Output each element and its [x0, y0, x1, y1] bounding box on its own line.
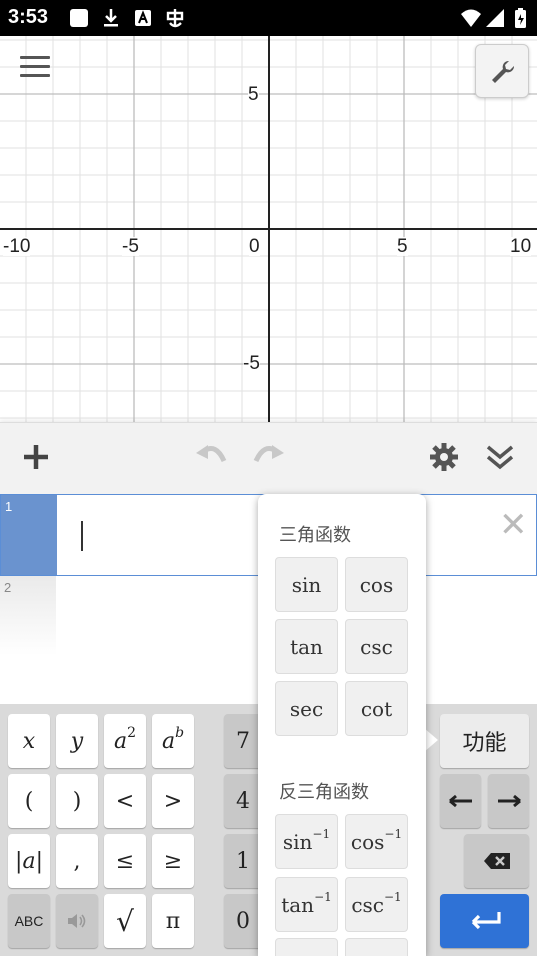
wifi-icon: [460, 7, 482, 29]
undo-icon[interactable]: [194, 441, 228, 473]
wrench-icon: [492, 60, 515, 83]
key-sec[interactable]: sec: [275, 681, 338, 736]
key-enter[interactable]: [440, 894, 529, 948]
key-cot[interactable]: cot: [345, 681, 408, 736]
settings-gear-icon[interactable]: [428, 441, 460, 473]
graph-canvas[interactable]: -10 -5 0 5 10 5 -5: [0, 36, 537, 422]
key-arcsin[interactable]: sin −1: [275, 814, 338, 869]
expression-gutter: 1: [1, 495, 57, 575]
text-cursor: [81, 521, 83, 551]
battery-icon: [510, 7, 532, 29]
download-icon: [100, 7, 122, 29]
key-arccot[interactable]: [345, 938, 408, 956]
key-greater-than[interactable]: >: [152, 774, 194, 828]
key-arccsc[interactable]: csc −1: [345, 877, 408, 932]
arrow-right-icon: [497, 794, 521, 808]
key-y[interactable]: y: [56, 714, 98, 768]
speaker-icon: [68, 914, 86, 928]
desmos-screen: 3:53 -10 -5 0 5 10 5 -5 1 ✕ 2 x y a 2 a …: [0, 0, 537, 956]
expression-gutter: 2: [0, 576, 56, 656]
key-less-than[interactable]: <: [104, 774, 146, 828]
status-bar: 3:53: [0, 0, 537, 36]
app-glyph-icon: [164, 7, 186, 29]
graph-grid: [0, 36, 537, 422]
delete-expression-icon[interactable]: ✕: [499, 505, 528, 545]
status-time: 3:53: [8, 6, 49, 28]
expression-number: 2: [4, 580, 12, 595]
font-app-icon: [133, 7, 155, 29]
key-greater-equal[interactable]: ≥: [152, 834, 194, 888]
key-a-power-b[interactable]: ab: [152, 714, 194, 768]
key-arccos[interactable]: cos −1: [345, 814, 408, 869]
expression-number: 1: [5, 499, 13, 514]
x-tick-label: -5: [122, 236, 139, 257]
key-csc[interactable]: csc: [345, 619, 408, 674]
key-abc[interactable]: ABC: [8, 894, 50, 948]
key-audio[interactable]: [56, 894, 98, 948]
trig-header: 三角函数: [279, 525, 351, 546]
notification-square-icon: [68, 7, 90, 29]
menu-button[interactable]: [20, 56, 50, 82]
popup-pointer: [424, 728, 438, 752]
functions-popup: 三角函数 sin cos tan csc sec cot 反三角函数 sin −1…: [258, 494, 426, 956]
expression-toolbar: [0, 422, 537, 494]
add-expression-icon[interactable]: [20, 441, 52, 473]
key-arrow-right[interactable]: [488, 774, 529, 828]
key-a-squared[interactable]: a2: [104, 714, 146, 768]
key-tan[interactable]: tan: [275, 619, 338, 674]
x-tick-label: 0: [249, 236, 260, 257]
key-arctan[interactable]: tan −1: [275, 877, 338, 932]
key-abs[interactable]: |a|: [8, 834, 50, 888]
backspace-icon: [483, 853, 510, 869]
x-tick-label: 5: [397, 236, 408, 257]
collapse-chevrons-icon[interactable]: [484, 441, 516, 473]
inverse-trig-header: 反三角函数: [279, 782, 369, 803]
key-less-equal[interactable]: ≤: [104, 834, 146, 888]
y-tick-label: -5: [243, 353, 260, 374]
key-cos[interactable]: cos: [345, 557, 408, 612]
key-arrow-left[interactable]: [440, 774, 481, 828]
key-sqrt[interactable]: √: [104, 894, 146, 948]
graph-settings-button[interactable]: [475, 44, 529, 98]
enter-icon: [471, 912, 501, 930]
y-tick-label: 5: [248, 84, 259, 105]
cell-signal-icon: [484, 7, 506, 29]
key-right-paren[interactable]: ): [56, 774, 98, 828]
x-tick-label: -10: [3, 236, 31, 257]
key-backspace[interactable]: [464, 834, 529, 888]
key-left-paren[interactable]: (: [8, 774, 50, 828]
key-sin[interactable]: sin: [275, 557, 338, 612]
key-x[interactable]: x: [8, 714, 50, 768]
redo-icon[interactable]: [252, 441, 286, 473]
key-pi[interactable]: π: [152, 894, 194, 948]
key-arcsec[interactable]: [275, 938, 338, 956]
functions-button[interactable]: 功能: [440, 714, 529, 768]
x-tick-label: 10: [510, 236, 532, 257]
arrow-left-icon: [448, 794, 472, 808]
key-comma[interactable]: ,: [56, 834, 98, 888]
